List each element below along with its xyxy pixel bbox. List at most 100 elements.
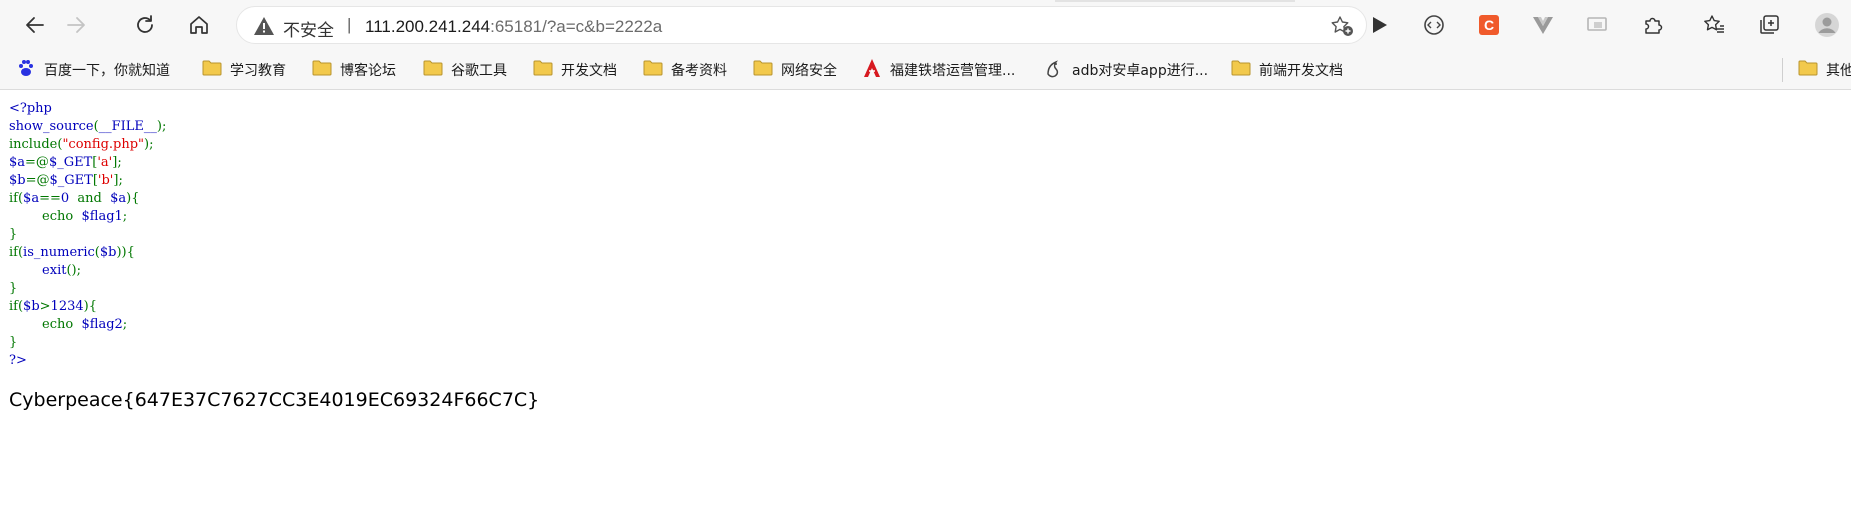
- code-token: $a: [23, 191, 40, 206]
- bookmark-item[interactable]: adb对安卓app进行...: [1044, 59, 1208, 81]
- bookmark-item[interactable]: 其他: [1798, 59, 1851, 81]
- code-extension-button[interactable]: [1417, 8, 1451, 42]
- forward-arrow-icon: [65, 14, 87, 36]
- security-label[interactable]: 不安全: [283, 16, 334, 41]
- bookmark-label: 博客论坛: [340, 63, 396, 79]
- folder-icon: [753, 59, 773, 81]
- bookmark-label: 备考资料: [671, 63, 727, 79]
- code-token: );: [156, 119, 167, 134]
- back-button[interactable]: [18, 8, 52, 42]
- bookmark-label: 其他: [1826, 63, 1851, 79]
- code-token: if(: [9, 191, 24, 206]
- home-icon: [188, 14, 210, 36]
- bookmark-label: 福建铁塔运营管理...: [890, 63, 1016, 79]
- bookmark-item[interactable]: 博客论坛: [312, 59, 396, 81]
- forward-button[interactable]: [59, 8, 93, 42]
- code-token: ;: [122, 317, 128, 332]
- reload-button[interactable]: [128, 8, 162, 42]
- bookmark-label: 前端开发文档: [1259, 63, 1343, 79]
- bookmark-label: 网络安全: [781, 63, 837, 79]
- folder-icon: [202, 59, 222, 81]
- code-token: ?>: [9, 353, 27, 368]
- php-source-code: <?php show_source(__FILE__); include("conf…: [9, 100, 166, 370]
- warning-triangle-icon[interactable]: [253, 16, 275, 41]
- code-token: )){: [116, 245, 135, 260]
- source-line: echo $flag1;: [9, 208, 166, 226]
- folder-icon: [423, 59, 443, 81]
- source-line: }: [9, 226, 166, 244]
- tab-strip-edge: [1055, 0, 1295, 2]
- source-line: ?>: [9, 352, 166, 370]
- collections-button[interactable]: [1752, 8, 1786, 42]
- source-line: <?php: [9, 100, 166, 118]
- code-token: if(: [9, 245, 24, 260]
- code-token: is_numeric: [23, 245, 95, 260]
- bookmark-label: 谷歌工具: [451, 63, 507, 79]
- bookmark-item[interactable]: 学习教育: [202, 59, 286, 81]
- favorites-icon: [1703, 14, 1725, 36]
- code-token: $b: [99, 245, 117, 260]
- code-token: $_GET: [49, 173, 93, 188]
- home-button[interactable]: [182, 8, 216, 42]
- star-add-icon[interactable]: [1330, 15, 1354, 42]
- cast-extension-button[interactable]: [1580, 8, 1614, 42]
- code-token: exit: [9, 263, 67, 278]
- code-token: }: [9, 335, 18, 350]
- profile-icon: [1814, 12, 1840, 38]
- code-token: }: [9, 227, 18, 242]
- address-bar[interactable]: 不安全 | 111.200.241.244:65181/?a=c&b=2222a: [236, 6, 1367, 44]
- code-token: ];: [112, 155, 122, 170]
- bookmark-item[interactable]: 谷歌工具: [423, 59, 507, 81]
- code-token: $a: [9, 155, 26, 170]
- back-arrow-icon: [24, 14, 46, 36]
- bookmark-label: 开发文档: [561, 63, 617, 79]
- code-token: include(: [9, 137, 63, 152]
- play-icon: [1368, 14, 1390, 36]
- flag-output: Cyberpeace{647E37C7627CC3E4019EC69324F66…: [9, 389, 540, 411]
- source-line: include("config.php");: [9, 136, 166, 154]
- code-token: 0: [60, 191, 74, 206]
- extensions-button[interactable]: [1636, 8, 1670, 42]
- code-token: __FILE__: [98, 119, 157, 134]
- code-token: $_GET: [48, 155, 93, 170]
- bookmark-item[interactable]: 福建铁塔运营管理...: [862, 59, 1015, 81]
- source-line: if($a==0 and $a){: [9, 190, 166, 208]
- code-token: ==: [39, 191, 61, 206]
- tower-logo-icon: [862, 58, 882, 82]
- bird-logo-icon: [1044, 58, 1064, 82]
- bookmark-item[interactable]: 备考资料: [643, 59, 727, 81]
- bookmarks-bar: 百度一下，你就知道 学习教育 博客论坛 谷歌工具 开发文档 备考资料 网络安全 福建铁塔运营管…: [0, 50, 1851, 90]
- folder-icon: [1231, 59, 1251, 81]
- source-line: $a=@$_GET['a'];: [9, 154, 166, 172]
- bookmark-item[interactable]: 百度一下，你就知道: [16, 59, 170, 81]
- bookmark-item[interactable]: 前端开发文档: [1231, 59, 1343, 81]
- bookmark-label: adb对安卓app进行...: [1072, 63, 1209, 79]
- source-line: if($b>1234){: [9, 298, 166, 316]
- folder-icon: [1798, 59, 1818, 81]
- bookmark-item[interactable]: 开发文档: [533, 59, 617, 81]
- bookmark-label: 学习教育: [230, 63, 286, 79]
- code-token: $b: [23, 299, 40, 314]
- profile-button[interactable]: [1810, 8, 1844, 42]
- code-token: =@: [25, 173, 50, 188]
- source-line: echo $flag2;: [9, 316, 166, 334]
- vue-extension-button[interactable]: [1526, 8, 1560, 42]
- csdn-extension-button[interactable]: C: [1472, 8, 1506, 42]
- play-extension-button[interactable]: [1362, 8, 1396, 42]
- bookmark-item[interactable]: 网络安全: [753, 59, 837, 81]
- url-text[interactable]: 111.200.241.244:65181/?a=c&b=2222a: [365, 17, 662, 37]
- code-token: ();: [66, 263, 81, 278]
- folder-icon: [533, 59, 553, 81]
- code-token: <?php: [9, 101, 52, 116]
- code-token: 'b': [97, 173, 114, 188]
- favorites-button[interactable]: [1697, 8, 1731, 42]
- code-token: =@: [25, 155, 49, 170]
- code-token: 'a': [97, 155, 113, 170]
- source-line: $b=@$_GET['b'];: [9, 172, 166, 190]
- code-token: >: [39, 299, 51, 314]
- vue-icon: [1532, 14, 1554, 36]
- source-line: }: [9, 334, 166, 352]
- code-token: show_source: [9, 119, 94, 134]
- bookmarks-divider: [1782, 58, 1783, 82]
- csdn-icon: C: [1478, 14, 1500, 36]
